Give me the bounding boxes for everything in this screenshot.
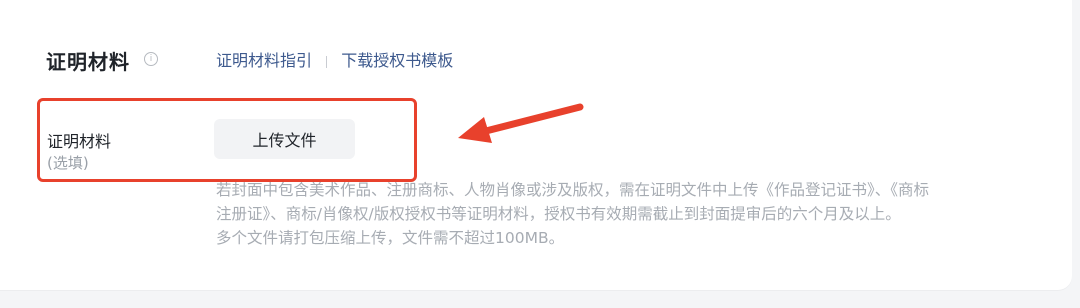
hint-line: 多个文件请打包压缩上传，文件需不超过100MB。 bbox=[216, 229, 565, 247]
section-links: 证明材料指引 下载授权书模板 bbox=[216, 47, 453, 71]
annotation-arrow-icon bbox=[458, 103, 584, 143]
info-icon[interactable]: i bbox=[144, 52, 158, 66]
annotation-highlight-box bbox=[37, 98, 417, 182]
section-title: 证明材料 bbox=[46, 50, 130, 74]
hint-line: 注册证》、商标/肖像权/版权授权书等证明材料，授权书有效期需截止到封面提审后的六… bbox=[216, 205, 901, 223]
link-separator bbox=[326, 55, 328, 68]
download-template-link[interactable]: 下载授权书模板 bbox=[341, 51, 453, 70]
upload-hints: 若封面中包含美术作品、注册商标、人物肖像或涉及版权，需在证明文件中上传《作品登记… bbox=[216, 178, 1066, 250]
proof-guide-link[interactable]: 证明材料指引 bbox=[216, 51, 312, 70]
